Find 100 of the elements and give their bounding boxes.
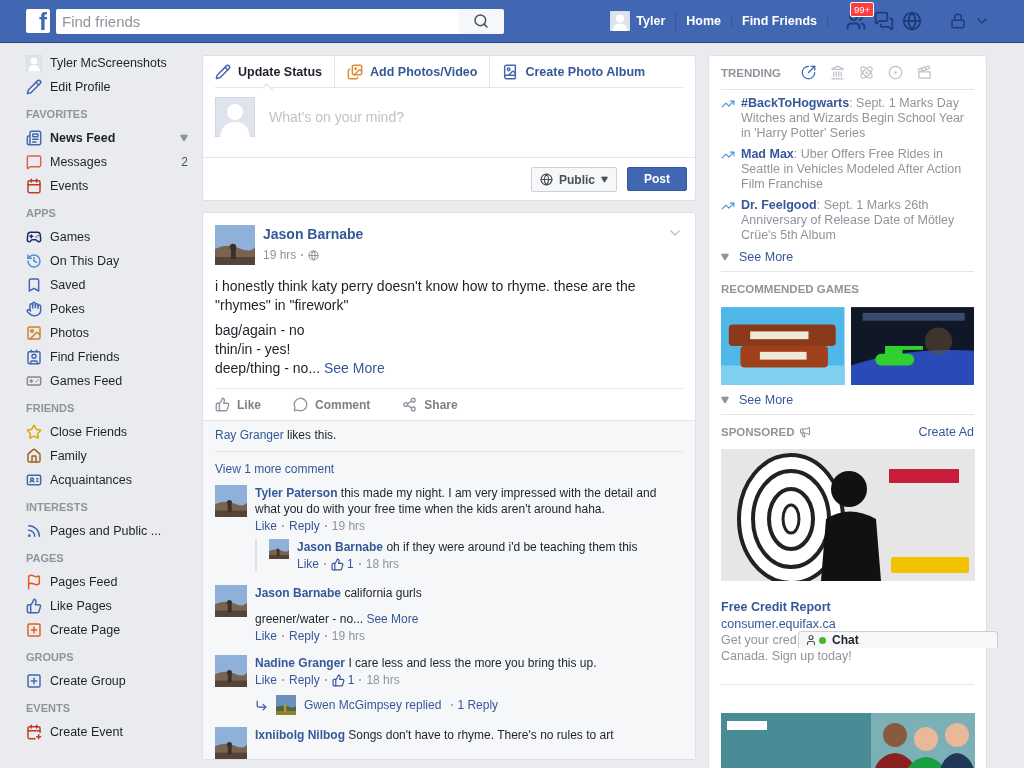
- replies-link[interactable]: Gwen McGimpsey replied: [304, 698, 442, 712]
- comment-author[interactable]: Jason Barnabe: [297, 540, 384, 554]
- comment-author[interactable]: Nadine Granger: [255, 656, 346, 670]
- sidebar-item[interactable]: Events: [26, 174, 196, 198]
- sidebar-item[interactable]: Create Page: [26, 618, 196, 642]
- section-heading: SPONSORED: [721, 426, 795, 438]
- search-field[interactable]: Find friends: [56, 8, 458, 34]
- privacy-dropdown[interactable]: Public: [531, 167, 617, 192]
- speech-bubble-icon: [26, 154, 42, 170]
- ad-url[interactable]: consumer.equifax.ca: [721, 617, 836, 631]
- composer-tab[interactable]: Create Photo Album: [502, 56, 658, 87]
- messages-icon: [874, 11, 894, 31]
- comment-author[interactable]: Jason Barnabe: [255, 586, 342, 600]
- composer-tab[interactable]: Add Photos/Video: [347, 56, 491, 87]
- post-action[interactable]: Like: [215, 397, 261, 412]
- section-heading: APPS: [26, 207, 57, 221]
- sidebar-item[interactable]: Family: [26, 444, 196, 468]
- calendar-icon: [26, 178, 42, 194]
- sidebar-item[interactable]: Pages Feed: [26, 570, 196, 594]
- comment-author[interactable]: Tyler Paterson: [255, 486, 338, 500]
- see-more-link[interactable]: See More: [323, 360, 385, 376]
- likes-summary: Ray Granger likes this.: [215, 427, 338, 443]
- like-count[interactable]: 1: [347, 557, 354, 571]
- rss-icon: [26, 523, 42, 539]
- avatar: [215, 97, 255, 137]
- sidebar-item[interactable]: Close Friends: [26, 420, 196, 444]
- photo-icon: [26, 325, 42, 341]
- gamepad-icon: [26, 229, 42, 245]
- see-more-link[interactable]: See More: [721, 388, 974, 412]
- person-icon: [805, 634, 817, 646]
- gamepad-icon: [26, 373, 42, 389]
- like-link[interactable]: Like: [255, 519, 277, 533]
- sidebar-item[interactable]: Messages 2: [26, 150, 196, 174]
- trending-item[interactable]: #BackToHogwarts: Sept. 1 Marks Day Witches and Wizards Begin School Year in 'Harry Potter' Series: [741, 96, 974, 141]
- sidebar-item[interactable]: Pokes: [26, 297, 196, 321]
- thumbs-up-icon: [331, 557, 344, 571]
- create-ad-link[interactable]: Create Ad: [918, 425, 974, 439]
- see-more-link[interactable]: See More: [721, 245, 974, 269]
- sidebar-item[interactable]: Create Group: [26, 669, 196, 693]
- post-author[interactable]: Jason Barnabe: [263, 226, 364, 242]
- reply-link[interactable]: Reply: [289, 673, 320, 687]
- comment-text: Nadine Granger I care less and less the more you bring this up.: [255, 655, 598, 671]
- hand-icon: [26, 301, 42, 317]
- trending-icon: [801, 65, 817, 80]
- trending-tab[interactable]: [801, 65, 817, 80]
- edit-profile-link[interactable]: Edit Profile: [26, 75, 196, 99]
- sidebar-item[interactable]: Acquaintances: [26, 468, 196, 492]
- ad-description: Get your cred: [721, 632, 797, 648]
- reply-link[interactable]: Reply: [289, 519, 320, 533]
- trending-item[interactable]: Mad Max: Uber Offers Free Rides in Seattle in Vehicles Modeled After Action Film Franchise: [741, 147, 974, 192]
- comment-author[interactable]: Ixniibolg Nilbog: [255, 728, 345, 742]
- profile-link[interactable]: Tyler: [636, 14, 666, 28]
- globe-icon: [308, 249, 320, 261]
- sidebar-item[interactable]: Like Pages: [26, 594, 196, 618]
- sidebar-item[interactable]: Photos: [26, 321, 196, 345]
- reply-link[interactable]: Reply: [289, 629, 320, 643]
- see-more-link[interactable]: See More: [366, 612, 419, 626]
- comment-text: Tyler Paterson this made my night. I am very impressed with the detail and what you do with your free time when the kids aren't around haha.: [255, 485, 658, 517]
- sidebar-item[interactable]: Games Feed: [26, 369, 196, 393]
- bookmark-icon: [26, 277, 42, 293]
- liker-link[interactable]: Ray Granger: [215, 428, 284, 442]
- search-icon: [473, 13, 489, 29]
- logo[interactable]: f: [26, 9, 50, 33]
- like-link[interactable]: Like: [255, 629, 277, 643]
- section-heading: RECOMMENDED GAMES: [721, 283, 859, 295]
- post-button[interactable]: Post: [627, 167, 687, 191]
- chat-tab[interactable]: Chat: [798, 631, 998, 648]
- like-link[interactable]: Like: [297, 557, 319, 571]
- avatar: [26, 55, 42, 71]
- globe-icon: [902, 11, 922, 31]
- comment-text: Jason Barnabe california gurls: [255, 585, 423, 601]
- like-link[interactable]: Like: [255, 673, 277, 687]
- sidebar-item[interactable]: Saved: [26, 273, 196, 297]
- replies-link[interactable]: 1 Reply: [457, 698, 499, 712]
- comment-text: Ixniibolg Nilbog Songs don't have to rhyme. There's no rules to art: [255, 727, 615, 743]
- like-count[interactable]: 1: [347, 673, 355, 687]
- sidebar-item[interactable]: Create Event: [26, 720, 196, 744]
- nav-link[interactable]: Home: [676, 14, 732, 28]
- view-more-comments-link[interactable]: View 1 more comment: [215, 462, 335, 476]
- nav-link[interactable]: Find Friends: [732, 14, 828, 28]
- pencil-icon: [26, 79, 42, 95]
- search-button[interactable]: [458, 8, 504, 34]
- comment-time: 19 hrs: [331, 519, 366, 533]
- sidebar-item[interactable]: News Feed: [26, 126, 196, 150]
- avatar: [610, 11, 631, 31]
- thumbs-up-icon: [215, 397, 230, 412]
- newspaper-icon: [26, 130, 42, 146]
- sidebar-item[interactable]: Find Friends: [26, 345, 196, 369]
- comment-time: 19 hrs: [331, 629, 366, 643]
- pencil-icon: [215, 63, 231, 80]
- post-action[interactable]: Comment: [293, 397, 371, 412]
- sidebar-item[interactable]: Games: [26, 225, 196, 249]
- landmark-icon: [830, 65, 846, 80]
- profile-link[interactable]: Tyler McScreenshots: [26, 51, 196, 75]
- trending-item[interactable]: Dr. Feelgood: Sept. 1 Marks 26th Anniversary of Release Date of Mötley Crüe's 5th Album: [741, 198, 974, 243]
- ad-title[interactable]: Free Credit Report: [721, 600, 831, 614]
- sidebar-item[interactable]: On This Day: [26, 249, 196, 273]
- sidebar-item[interactable]: Pages and Public ...: [26, 519, 196, 543]
- plus-icon: [26, 622, 42, 638]
- post-action[interactable]: Share: [402, 397, 458, 412]
